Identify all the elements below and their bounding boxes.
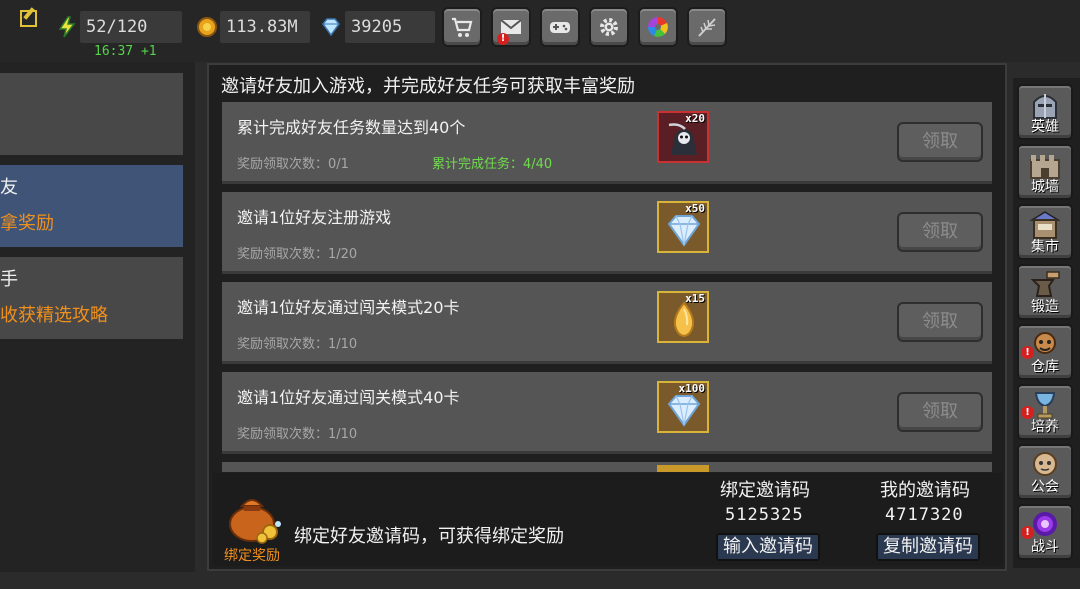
input-invite-code-button[interactable]: 输入邀请码 — [716, 533, 820, 561]
nav-warehouse-button[interactable]: ! 仓库 — [1017, 324, 1073, 380]
nav-battle-button[interactable]: ! 战斗 — [1017, 504, 1073, 560]
nav-forge-button[interactable]: 锻造 — [1017, 264, 1073, 320]
reward-bag-icon[interactable] — [222, 484, 288, 544]
panel-header: 邀请好友加入游戏，并完成好友任务可获取丰富奖励 — [221, 76, 635, 97]
reaper-icon — [668, 123, 697, 155]
energy-icon — [56, 16, 78, 38]
shop-button[interactable] — [442, 7, 482, 47]
reward-quantity: x15 — [685, 292, 705, 305]
task-row-peek — [222, 462, 992, 472]
nav-train-button[interactable]: ! 培养 — [1017, 384, 1073, 440]
diamond-icon — [667, 215, 701, 247]
nav-label: 城墙 — [1031, 179, 1059, 195]
nav-label: 锻造 — [1031, 299, 1059, 315]
energy-counter: 52/120 — [80, 11, 182, 43]
left-tab-title: 友 — [0, 177, 18, 198]
nav-label: 培养 — [1031, 419, 1059, 435]
color-wheel-icon — [648, 17, 668, 37]
task-claim-count: 奖励领取次数：1/10 — [237, 337, 358, 352]
copy-invite-code-button[interactable]: 复制邀请码 — [876, 533, 980, 561]
reward-quantity: x20 — [685, 112, 705, 125]
task-row: 邀请1位好友注册游戏 奖励领取次数：1/20 x50 领取 — [222, 192, 992, 274]
nav-label: 战斗 — [1031, 539, 1059, 555]
task-claim-count: 奖励领取次数：1/10 — [237, 427, 358, 442]
reward-slot-peek — [657, 465, 709, 472]
task-row: 邀请1位好友通过闯关模式20卡 奖励领取次数：1/10 x15 领取 — [222, 282, 992, 364]
claim-button[interactable]: 领取 — [897, 302, 983, 342]
mail-alert-badge: ! — [497, 33, 509, 45]
feather-icon — [698, 18, 716, 37]
left-tab-1[interactable] — [0, 73, 183, 155]
task-progress: 累计完成任务：4/40 — [432, 157, 553, 172]
task-row: 邀请1位好友通过闯关模式40卡 奖励领取次数：1/10 x100 领取 — [222, 372, 992, 454]
task-row: 累计完成好友任务数量达到40个 奖励领取次数：0/1 累计完成任务：4/40 x… — [222, 102, 992, 184]
reward-slot[interactable]: x50 — [657, 201, 709, 253]
diamond-icon — [667, 395, 701, 427]
nav-label: 公会 — [1031, 479, 1059, 495]
task-title: 累计完成好友任务数量达到40个 — [237, 118, 466, 137]
bind-reward-label: 绑定奖励 — [224, 548, 280, 564]
gold-counter: 113.83M — [220, 11, 310, 43]
energy-regen-timer: 16:37 +1 — [94, 44, 157, 59]
nav-label: 英雄 — [1031, 119, 1059, 135]
left-tab-subtitle: 拿奖励 — [0, 213, 54, 234]
nav-label: 仓库 — [1031, 359, 1059, 375]
task-title: 邀请1位好友注册游戏 — [237, 208, 392, 227]
task-claim-count: 奖励领取次数：0/1 — [237, 157, 349, 172]
gamepad-button[interactable] — [540, 7, 580, 47]
task-title: 邀请1位好友通过闯关模式40卡 — [237, 388, 460, 407]
claim-button[interactable]: 领取 — [897, 122, 983, 162]
left-tab-invite-friends[interactable]: 友 拿奖励 — [0, 165, 183, 247]
nav-market-button[interactable]: 集市 — [1017, 204, 1073, 260]
bind-reward-description: 绑定好友邀请码，可获得绑定奖励 — [294, 526, 564, 547]
nav-guild-button[interactable]: 公会 — [1017, 444, 1073, 500]
edit-icon[interactable] — [20, 10, 37, 27]
gem-counter: 39205 — [345, 11, 435, 43]
reward-quantity: x100 — [678, 382, 706, 395]
claim-button[interactable]: 领取 — [897, 392, 983, 432]
reward-slot[interactable]: x15 — [657, 291, 709, 343]
bind-code-value: 5125325 — [725, 505, 804, 525]
left-tab-title: 手 — [0, 269, 18, 290]
left-tab-guide[interactable]: 手 收获精选攻略 — [0, 257, 183, 339]
my-code-heading: 我的邀请码 — [880, 480, 970, 501]
diamond-icon — [320, 16, 342, 38]
task-claim-count: 奖励领取次数：1/20 — [237, 247, 358, 262]
settings-gear-icon — [600, 18, 618, 36]
claim-button[interactable]: 领取 — [897, 212, 983, 252]
reward-slot[interactable]: x20 — [657, 111, 709, 163]
task-title: 邀请1位好友通过闯关模式20卡 — [237, 298, 460, 317]
nav-label: 集市 — [1031, 239, 1059, 255]
feather-button[interactable] — [687, 7, 727, 47]
my-code-value: 4717320 — [885, 505, 964, 525]
settings-button[interactable] — [589, 7, 629, 47]
nav-wall-button[interactable]: 城墙 — [1017, 144, 1073, 200]
gamepad-icon — [550, 22, 570, 33]
color-wheel-button[interactable] — [638, 7, 678, 47]
left-tab-subtitle: 收获精选攻略 — [0, 305, 108, 326]
bind-code-heading: 绑定邀请码 — [720, 480, 810, 501]
gold-crystal-icon — [673, 301, 695, 338]
mail-button[interactable]: ! — [491, 7, 531, 47]
gold-coin-icon — [196, 16, 218, 38]
reward-slot[interactable]: x100 — [657, 381, 709, 433]
shop-cart-icon — [452, 17, 473, 37]
nav-heroes-button[interactable]: 英雄 — [1017, 84, 1073, 140]
reward-quantity: x50 — [685, 202, 705, 215]
